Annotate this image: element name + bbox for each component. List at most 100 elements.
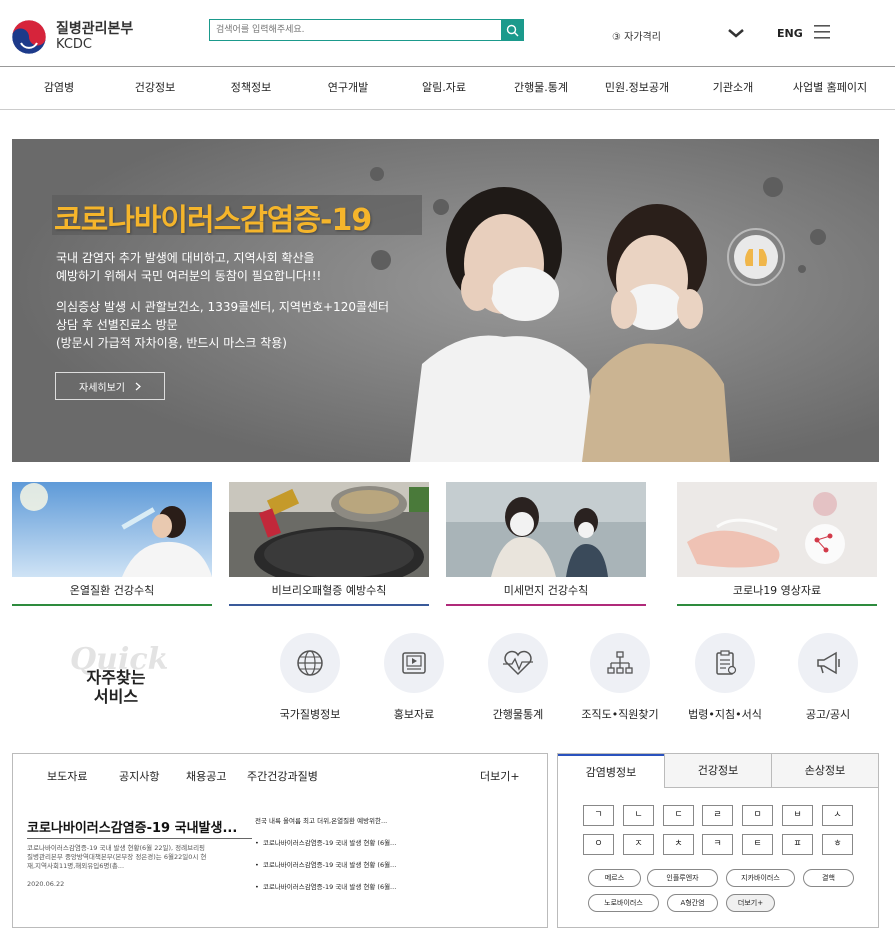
disease-chip[interactable]: 인플루엔자	[647, 869, 718, 887]
consonant-button[interactable]: ㅎ	[822, 834, 853, 855]
hero-guidance-line: 의심증상 발생 시 관할보건소, 1339콜센터, 지역번호+120콜센터	[56, 300, 390, 314]
consonant-button[interactable]: ㄱ	[583, 805, 614, 826]
nav-policy-info[interactable]: 정책정보	[231, 67, 271, 109]
consonant-button[interactable]: ㄴ	[623, 805, 654, 826]
quick-label: 홍보자료	[393, 708, 435, 721]
search-input[interactable]	[210, 20, 501, 40]
drinking-water-photo	[12, 482, 212, 577]
self-quarantine-link[interactable]: ③ 자가격리	[612, 28, 661, 43]
news-more-link[interactable]: 더보기+	[480, 768, 520, 784]
quick-label: 공고/공시	[805, 708, 851, 721]
disease-tabs: 감염병정보 건강정보 손상정보	[558, 754, 878, 788]
megaphone-icon	[817, 651, 840, 675]
consonant-button[interactable]: ㅍ	[782, 834, 813, 855]
nav-about[interactable]: 기관소개	[713, 67, 753, 109]
hero-guidance: 의심증상 발생 시 관할보건소, 1339콜센터, 지역번호+120콜센터 상담…	[56, 298, 416, 352]
disease-chip[interactable]: 지카바이러스	[726, 869, 795, 887]
consonant-button[interactable]: ㅁ	[742, 805, 773, 826]
card-label: 코로나19 영상자료	[732, 584, 822, 597]
search-button[interactable]	[501, 20, 523, 40]
hero-banner[interactable]: 코로나바이러스감염증-19 국내 감염자 추가 발생에 대비하고, 지역사회 확…	[12, 139, 879, 462]
nav-civil-disclosure[interactable]: 민원.정보공개	[605, 67, 669, 109]
quick-services-title: 자주찾는 서비스	[84, 668, 148, 706]
quick-org-chart[interactable]: 조직도•직원찾기	[575, 633, 665, 722]
card-image	[677, 482, 877, 577]
news-date: 2020.06.22	[27, 880, 65, 888]
tab-injury-info[interactable]: 손상정보	[771, 754, 878, 788]
tab-disease-info[interactable]: 감염병정보	[558, 754, 664, 788]
tab-recruitment[interactable]: 채용공고	[186, 768, 226, 784]
english-link[interactable]: ENG	[777, 27, 803, 40]
news-divider	[27, 838, 252, 839]
consonant-button[interactable]: ㅌ	[742, 834, 773, 855]
quick-promotion-materials[interactable]: 홍보자료	[369, 633, 459, 722]
hero-more-button[interactable]: 자세히보기	[55, 372, 165, 400]
hero-guidance-line: 상담 후 선별진료소 방문	[56, 318, 178, 332]
quick-icon-circle	[384, 633, 444, 693]
media-player-icon	[402, 652, 426, 674]
card-vibrio[interactable]: 비브리오패혈증 예방수칙	[229, 482, 429, 606]
main-navigation: 감염병 건강정보 정책정보 연구개발 알림.자료 간행물.통계 민원.정보공개 …	[0, 66, 895, 110]
news-list-item[interactable]: 코로나바이러스감염증-19 국내 발생 현황 (6월...	[255, 860, 535, 882]
card-covid-video[interactable]: 코로나19 영상자료	[677, 482, 877, 606]
disease-chip[interactable]: 메르스	[588, 869, 641, 887]
tab-notices[interactable]: 공지사항	[119, 768, 159, 784]
consonant-button[interactable]: ㄷ	[663, 805, 694, 826]
disease-chip[interactable]: A형간염	[667, 894, 718, 912]
quick-publications-stats[interactable]: 간행물통계	[473, 633, 563, 722]
hand-washing-photo	[677, 482, 877, 577]
card-fine-dust[interactable]: 미세먼지 건강수칙	[446, 482, 646, 606]
quick-icon-circle	[695, 633, 755, 693]
tab-weekly-health[interactable]: 주간건강과질병	[247, 768, 318, 784]
quick-national-disease-info[interactable]: 국가질병정보	[265, 633, 355, 722]
hero-description-line: 국내 감염자 추가 발생에 대비하고, 지역사회 확산을	[56, 251, 315, 265]
card-label: 온열질환 건강수칙	[69, 584, 155, 597]
consonant-button[interactable]: ㅊ	[663, 834, 694, 855]
nav-research[interactable]: 연구개발	[328, 67, 368, 109]
consonant-button[interactable]: ㄹ	[702, 805, 733, 826]
taegeuk-logo-icon	[11, 19, 47, 55]
disease-chip[interactable]: 결핵	[803, 869, 854, 887]
quick-laws-guidelines[interactable]: 법령•지침•서식	[680, 633, 770, 722]
disease-chip[interactable]: 노로바이러스	[588, 894, 659, 912]
nav-publications-stats[interactable]: 간행물.통계	[514, 67, 568, 109]
news-list-item[interactable]: 코로나바이러스감염증-19 국내 발생 현황 (6월...	[255, 838, 535, 860]
consonant-button[interactable]: ㅈ	[623, 834, 654, 855]
news-board: 보도자료 공지사항 채용공고 주간건강과질병 더보기+ 코로나바이러스감염증-1…	[12, 753, 548, 928]
consonant-button[interactable]: ㅋ	[702, 834, 733, 855]
tab-health-info[interactable]: 건강정보	[664, 754, 771, 788]
card-underline	[12, 604, 212, 606]
card-image	[12, 482, 212, 577]
hero-more-label: 자세히보기	[79, 382, 125, 394]
hero-description: 국내 감염자 추가 발생에 대비하고, 지역사회 확산을 예방하기 위해서 국민…	[56, 249, 396, 285]
hamburger-menu-icon[interactable]	[814, 25, 830, 39]
news-list-item[interactable]: 코로나바이러스감염증-19 국내 발생 현황 (6월...	[255, 882, 535, 904]
hero-description-line: 예방하기 위해서 국민 여러분의 동참이 필요합니다!!!	[56, 269, 322, 283]
heartbeat-icon	[503, 650, 533, 676]
card-label: 비브리오패혈증 예방수칙	[271, 584, 387, 597]
kcdc-logo[interactable]: 질병관리본부 KCDC	[11, 18, 151, 56]
nav-health-info[interactable]: 건강정보	[135, 67, 175, 109]
nav-program-sites[interactable]: 사업별 홈페이지	[793, 67, 867, 109]
nav-infectious-disease[interactable]: 감염병	[44, 67, 74, 109]
consonant-button[interactable]: ㅅ	[822, 805, 853, 826]
quick-icon-circle	[488, 633, 548, 693]
news-summary: 코로나바이러스감염증-19 국내 발생 현황(6월 22일), 정례브리핑 질병…	[27, 844, 252, 871]
quick-label: 법령•지침•서식	[688, 708, 762, 721]
consonant-button[interactable]: ㅂ	[782, 805, 813, 826]
card-label: 미세먼지 건강수칙	[503, 584, 589, 597]
hero-guidance-line: (방문시 가급적 자차이용, 반드시 마스크 착용)	[56, 336, 287, 350]
quick-label: 간행물통계	[492, 708, 544, 721]
tab-press-release[interactable]: 보도자료	[47, 768, 87, 784]
quick-announcements[interactable]: 공고/공시	[783, 633, 873, 722]
news-list: 전국 내륙 올여름 최고 더위,온열질환 예방위한... 코로나바이러스감염증-…	[255, 816, 535, 904]
news-list-item[interactable]: 전국 내륙 올여름 최고 더위,온열질환 예방위한...	[255, 816, 535, 838]
disease-more-chip[interactable]: 더보기+	[726, 894, 775, 912]
consonant-button[interactable]: ㅇ	[583, 834, 614, 855]
chevron-down-icon[interactable]	[727, 27, 745, 39]
hero-title: 코로나바이러스감염증-19	[54, 203, 372, 238]
nav-notice-materials[interactable]: 알림.자료	[422, 67, 466, 109]
card-heat-illness[interactable]: 온열질환 건강수칙	[12, 482, 212, 606]
cooking-photo	[229, 482, 429, 577]
news-headline[interactable]: 코로나바이러스감염증-19 국내발생...	[27, 817, 252, 836]
